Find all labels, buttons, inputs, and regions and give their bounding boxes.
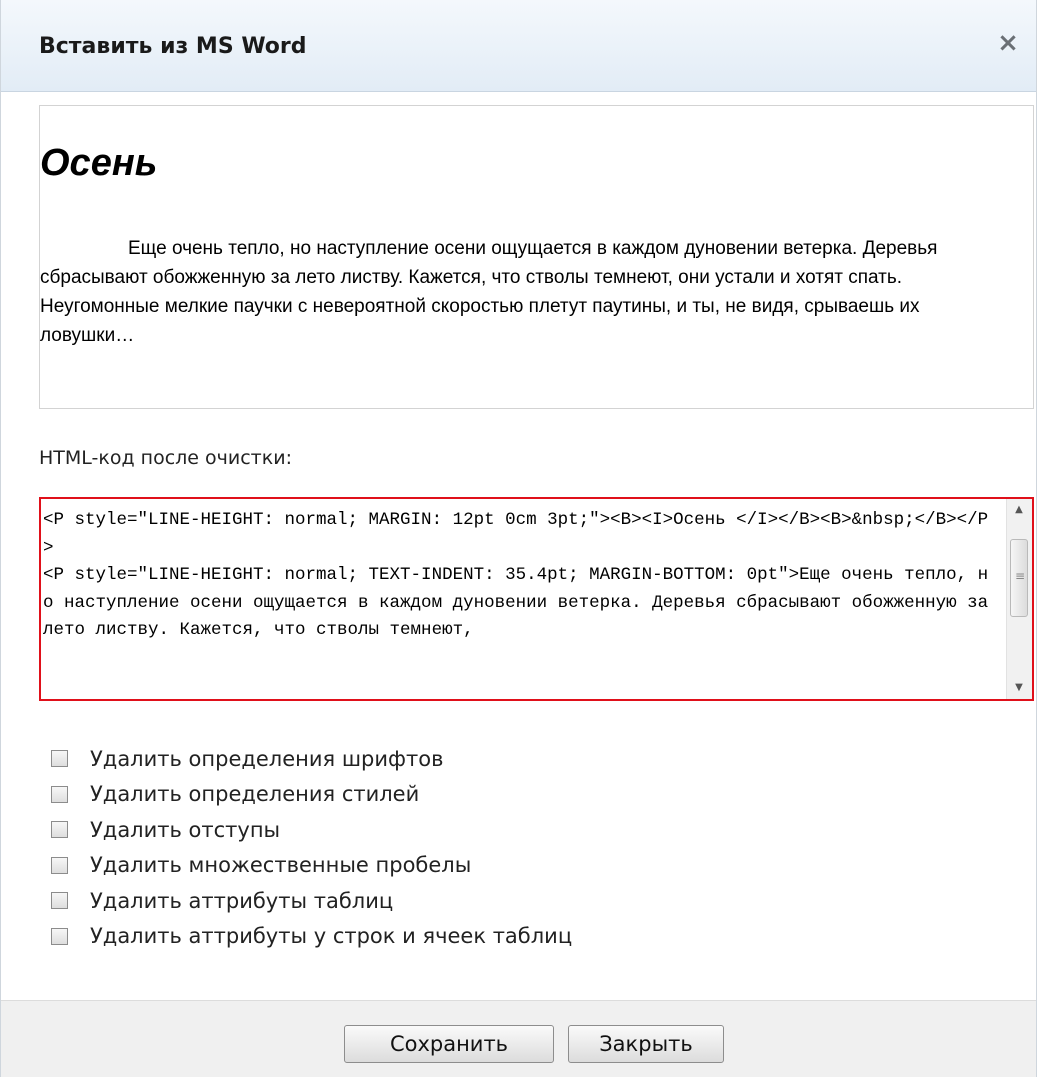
scroll-down-arrow-icon[interactable]: ▼: [1007, 677, 1031, 699]
option-remove-multiple-spaces[interactable]: Удалить множественные пробелы: [51, 848, 572, 884]
preview-heading: Осень: [40, 142, 158, 184]
dialog-footer: Сохранить Закрыть: [1, 1000, 1036, 1077]
dialog-titlebar: Вставить из MS Word ×: [1, 0, 1036, 92]
preview-paragraph: Еще очень тепло, но наступление осени ощ…: [40, 238, 938, 346]
checkbox-remove-indents[interactable]: [51, 821, 68, 839]
option-remove-styles[interactable]: Удалить определения стилей: [51, 777, 572, 813]
option-label[interactable]: Удалить определения шрифтов: [90, 747, 443, 771]
cleaned-html-label: HTML-код после очистки:: [39, 447, 292, 469]
option-label[interactable]: Удалить аттрибуты у строк и ячеек таблиц: [90, 924, 572, 948]
cleaned-html-textarea[interactable]: <P style="LINE-HEIGHT: normal; MARGIN: 1…: [39, 497, 1034, 701]
checkbox-remove-multiple-spaces[interactable]: [51, 856, 68, 874]
close-button[interactable]: Закрыть: [568, 1025, 724, 1063]
cleanup-options: Удалить определения шрифтов Удалить опре…: [51, 741, 572, 954]
option-label[interactable]: Удалить аттрибуты таблиц: [90, 889, 393, 913]
checkbox-remove-table-attributes[interactable]: [51, 892, 68, 910]
checkbox-remove-fonts[interactable]: [51, 750, 68, 768]
option-remove-fonts[interactable]: Удалить определения шрифтов: [51, 741, 572, 777]
cleaned-html-code[interactable]: <P style="LINE-HEIGHT: normal; MARGIN: 1…: [43, 507, 998, 645]
checkbox-remove-row-cell-attributes[interactable]: [51, 927, 68, 945]
checkbox-remove-styles[interactable]: [51, 785, 68, 803]
option-label[interactable]: Удалить множественные пробелы: [90, 853, 471, 877]
scroll-up-arrow-icon[interactable]: ▲: [1007, 499, 1031, 521]
save-button[interactable]: Сохранить: [344, 1025, 554, 1063]
option-label[interactable]: Удалить отступы: [90, 818, 280, 842]
code-scrollbar[interactable]: ▲ ≡ ▼: [1006, 499, 1032, 699]
grip-icon: ≡: [1015, 569, 1026, 583]
scrollbar-thumb[interactable]: ≡: [1010, 539, 1028, 617]
option-remove-table-attributes[interactable]: Удалить аттрибуты таблиц: [51, 883, 572, 919]
dialog-title: Вставить из MS Word: [39, 34, 307, 59]
preview-pane[interactable]: Осень Еще очень тепло, но наступление ос…: [39, 105, 1034, 409]
option-label[interactable]: Удалить определения стилей: [90, 782, 419, 806]
insert-from-word-dialog: Вставить из MS Word × Осень Еще очень те…: [0, 0, 1037, 1077]
option-remove-row-cell-attributes[interactable]: Удалить аттрибуты у строк и ячеек таблиц: [51, 919, 572, 955]
option-remove-indents[interactable]: Удалить отступы: [51, 812, 572, 848]
close-icon[interactable]: ×: [994, 28, 1022, 58]
